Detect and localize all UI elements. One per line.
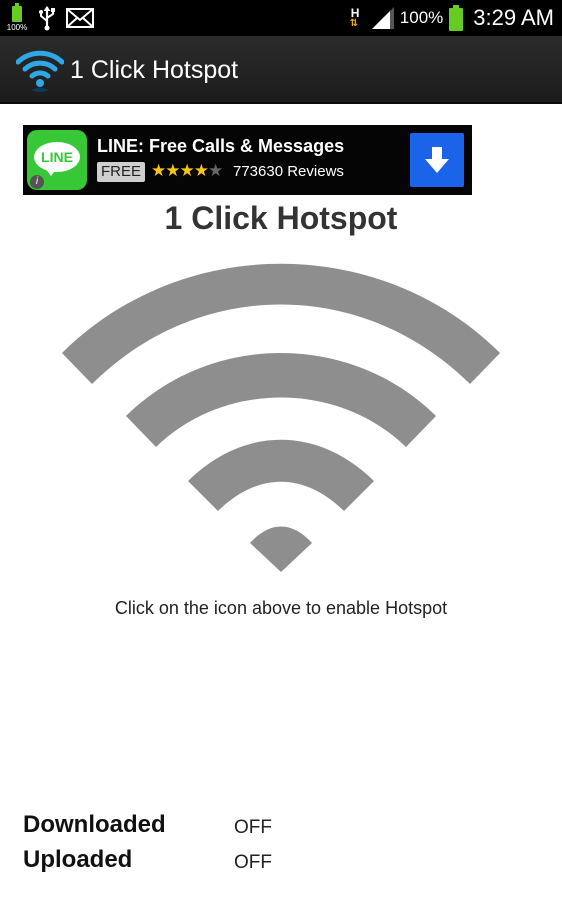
ad-banner[interactable]: LINE i LINE: Free Calls & Messages FREE … (23, 125, 472, 195)
star-icon: ★ (151, 161, 166, 180)
line-app-icon[interactable]: LINE i (27, 130, 87, 190)
star-icon: ★ (193, 161, 209, 180)
signal-strength-icon (371, 7, 394, 29)
usb-icon (39, 6, 55, 31)
status-bar: 100% H ⇅ 100% 3:29 AM (0, 0, 562, 36)
info-icon[interactable]: i (30, 175, 44, 189)
stats-label: Downloaded (23, 811, 166, 838)
ad-title[interactable]: LINE: Free Calls & Messages (97, 136, 344, 157)
wifi-icon[interactable] (16, 46, 64, 92)
status-bar-notifications: 100% (6, 3, 94, 33)
action-bar: 1 Click Hotspot (0, 36, 562, 104)
app-title: 1 Click Hotspot (70, 56, 239, 84)
star-icon: ★ (179, 161, 195, 180)
ad-rating-stars: ★★★★★ (151, 161, 223, 181)
stats-value: OFF (234, 852, 272, 873)
battery-percent: 100% (399, 8, 444, 27)
instruction-text: Click on the icon above to enable Hotspo… (114, 598, 448, 618)
stats-value: OFF (234, 817, 272, 838)
stats-row-uploaded: Uploaded OFF (23, 846, 523, 880)
data-activity-icon: ⇅ (349, 18, 359, 29)
download-button[interactable] (410, 133, 464, 187)
star-icon: ★ (165, 161, 180, 180)
stats-row-downloaded: Downloaded OFF (23, 811, 523, 845)
clock: 3:29 AM (473, 5, 554, 30)
wifi-icon[interactable] (60, 256, 502, 576)
network-type-indicator: H ⇅ (349, 6, 360, 29)
page-title: 1 Click Hotspot (164, 200, 398, 236)
star-empty-icon: ★ (208, 161, 223, 180)
ad-price-badge: FREE (97, 162, 146, 182)
download-icon (425, 147, 449, 173)
line-app-icon-text: LINE (41, 149, 73, 165)
ad-reviews: 773630 Reviews (233, 163, 344, 180)
stats-label: Uploaded (23, 846, 133, 873)
battery-small-icon: 100% (6, 3, 28, 33)
status-bar-system: H ⇅ 100% 3:29 AM (348, 0, 554, 36)
battery-small-text: 100% (6, 23, 28, 32)
email-icon (66, 8, 94, 28)
battery-icon (449, 5, 464, 31)
